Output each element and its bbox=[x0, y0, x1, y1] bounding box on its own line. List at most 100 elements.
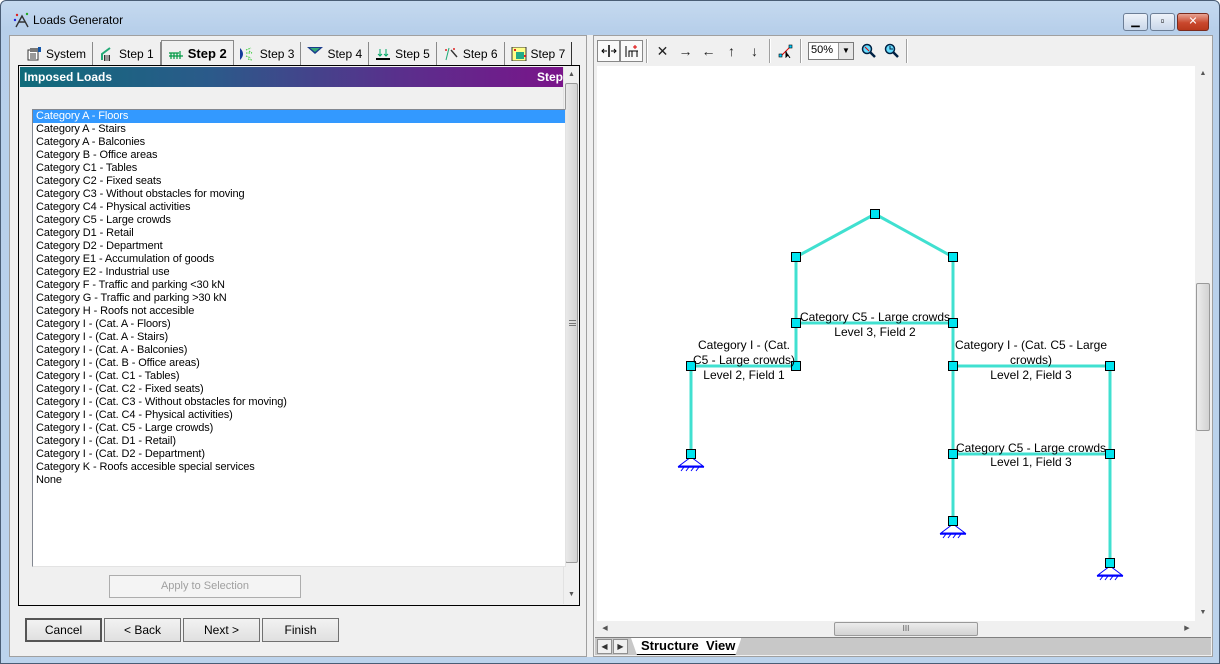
add-member-icon bbox=[625, 45, 638, 57]
title-bar: Loads Generator ▁ ▫ ✕ bbox=[1, 1, 1219, 35]
scroll-up-icon[interactable]: ▲ bbox=[1195, 66, 1211, 82]
finish-button[interactable]: Finish bbox=[262, 618, 339, 642]
close-button[interactable]: ✕ bbox=[1177, 13, 1209, 31]
category-list-item[interactable]: Category C3 - Without obstacles for movi… bbox=[33, 188, 565, 201]
category-list-item[interactable]: Category I - (Cat. C4 - Physical activit… bbox=[33, 409, 565, 422]
category-list-item[interactable]: Category C5 - Large crowds bbox=[33, 214, 565, 227]
tab-label: Step 6 bbox=[462, 47, 498, 61]
category-list-item[interactable]: Category H - Roofs not accesible bbox=[33, 305, 565, 318]
apply-to-selection-button[interactable]: Apply to Selection bbox=[109, 575, 301, 598]
tab-step-1[interactable]: Step 1 bbox=[93, 42, 161, 66]
support-load-icon bbox=[376, 49, 391, 60]
move-down-button[interactable]: ↓ bbox=[743, 40, 766, 62]
zoom-level-select[interactable]: 50% ▼ bbox=[808, 42, 854, 60]
structure-node[interactable] bbox=[870, 209, 880, 219]
category-list-item[interactable]: Category I - (Cat. B - Office areas) bbox=[33, 357, 565, 370]
pinned-support-icon[interactable] bbox=[677, 456, 705, 472]
category-list-item[interactable]: Category C4 - Physical activities bbox=[33, 201, 565, 214]
scroll-thumb[interactable]: III bbox=[834, 622, 978, 636]
structure-node[interactable] bbox=[1105, 558, 1115, 568]
category-list-item[interactable]: Category I - (Cat. C1 - Tables) bbox=[33, 370, 565, 383]
back-button[interactable]: < Back bbox=[104, 618, 181, 642]
category-list[interactable]: Category A - Floors Category A - Stairs Ca… bbox=[32, 109, 566, 567]
delete-button[interactable]: ✕ bbox=[651, 40, 674, 62]
category-list-item[interactable]: Category D2 - Department bbox=[33, 240, 565, 253]
tab-step-4[interactable]: Step 4 bbox=[301, 42, 370, 66]
load-label: crowds) bbox=[1010, 353, 1052, 367]
move-right-button[interactable]: → bbox=[674, 40, 697, 62]
category-list-item[interactable]: Category A - Stairs bbox=[33, 123, 565, 136]
sheet-tab-structure-view[interactable]: Structure View bbox=[631, 638, 741, 655]
tab-label: Step 7 bbox=[530, 47, 566, 61]
structure-node[interactable] bbox=[948, 361, 958, 371]
category-list-item[interactable]: Category B - Office areas bbox=[33, 149, 565, 162]
category-list-item[interactable]: Category D1 - Retail bbox=[33, 227, 565, 240]
structure-node[interactable] bbox=[1105, 361, 1115, 371]
structure-member[interactable] bbox=[795, 212, 876, 259]
tab-step-6[interactable]: Step 6 bbox=[436, 42, 505, 66]
add-member-button[interactable] bbox=[620, 40, 643, 62]
chevron-down-icon[interactable]: ▼ bbox=[838, 43, 853, 59]
category-list-item[interactable]: Category I - (Cat. D1 - Retail) bbox=[33, 435, 565, 448]
move-up-button[interactable]: ↑ bbox=[720, 40, 743, 62]
maximize-button[interactable]: ▫ bbox=[1150, 13, 1175, 31]
category-list-item[interactable]: Category K - Roofs accesible special ser… bbox=[33, 461, 565, 474]
structure-node[interactable] bbox=[1105, 449, 1115, 459]
toolbar-separator bbox=[646, 39, 648, 63]
scroll-down-icon[interactable]: ▼ bbox=[1195, 605, 1211, 621]
category-list-item[interactable]: Category G - Traffic and parking >30 kN bbox=[33, 292, 565, 305]
load-label: Category I - (Cat. bbox=[698, 338, 790, 352]
structure-canvas[interactable]: Category C5 - Large crowds Level 3, Field… bbox=[597, 66, 1195, 621]
structure-node[interactable] bbox=[948, 252, 958, 262]
tab-step-7[interactable]: Step 7 bbox=[504, 42, 573, 66]
sheet-next-button[interactable]: ▶ bbox=[613, 639, 628, 654]
pinned-support-icon[interactable] bbox=[939, 523, 967, 539]
scroll-left-icon[interactable]: ◀ bbox=[597, 621, 613, 637]
load-label: Level 2, Field 3 bbox=[990, 368, 1072, 382]
node-pick-button[interactable] bbox=[774, 40, 797, 62]
tab-label: Step 1 bbox=[119, 47, 154, 61]
scroll-thumb[interactable] bbox=[565, 83, 578, 563]
category-list-item[interactable]: Category E2 - Industrial use bbox=[33, 266, 565, 279]
category-list-item[interactable]: Category I - (Cat. C2 - Fixed seats) bbox=[33, 383, 565, 396]
tab-step-2[interactable]: Step 2 bbox=[160, 40, 234, 66]
scroll-thumb[interactable] bbox=[1196, 283, 1210, 431]
next-button[interactable]: Next > bbox=[183, 618, 260, 642]
category-list-item[interactable]: Category A - Floors bbox=[33, 110, 565, 123]
category-list-item[interactable]: Category I - (Cat. A - Stairs) bbox=[33, 331, 565, 344]
sheet-prev-button[interactable]: ◀ bbox=[597, 639, 612, 654]
category-list-item[interactable]: Category C1 - Tables bbox=[33, 162, 565, 175]
cancel-button[interactable]: Cancel bbox=[25, 618, 102, 642]
pinned-support-icon[interactable] bbox=[1096, 565, 1124, 581]
structure-node[interactable] bbox=[686, 449, 696, 459]
category-list-item[interactable]: Category F - Traffic and parking <30 kN bbox=[33, 279, 565, 292]
scroll-down-icon[interactable]: ▼ bbox=[564, 587, 579, 602]
scroll-up-icon[interactable]: ▲ bbox=[564, 67, 579, 82]
structure-node[interactable] bbox=[948, 516, 958, 526]
zoom-fit-button[interactable] bbox=[880, 40, 903, 62]
select-member-button[interactable] bbox=[597, 40, 620, 62]
category-list-item[interactable]: Category I - (Cat. D2 - Department) bbox=[33, 448, 565, 461]
canvas-horizontal-scrollbar[interactable]: ◀ III ▶ bbox=[597, 621, 1195, 637]
category-list-item[interactable]: Category C2 - Fixed seats bbox=[33, 175, 565, 188]
category-list-item[interactable]: Category I - (Cat. A - Balconies) bbox=[33, 344, 565, 357]
canvas-vertical-scrollbar[interactable]: ▲ ▼ bbox=[1195, 66, 1211, 621]
category-list-item[interactable]: Category I - (Cat. A - Floors) bbox=[33, 318, 565, 331]
tab-step-3[interactable]: Step 3 bbox=[233, 42, 302, 66]
scroll-right-icon[interactable]: ▶ bbox=[1179, 621, 1195, 637]
category-list-item[interactable]: Category E1 - Accumulation of goods bbox=[33, 253, 565, 266]
move-left-button[interactable]: ← bbox=[697, 40, 720, 62]
category-list-item[interactable]: Category I - (Cat. C5 - Large crowds) bbox=[33, 422, 565, 435]
load-label: Level 3, Field 2 bbox=[834, 325, 916, 339]
category-list-item[interactable]: None bbox=[33, 474, 565, 487]
structure-node[interactable] bbox=[791, 252, 801, 262]
load-icon bbox=[168, 50, 183, 59]
minimize-button[interactable]: ▁ bbox=[1123, 13, 1148, 31]
structure-member[interactable] bbox=[874, 212, 954, 259]
tab-step-5[interactable]: Step 5 bbox=[369, 42, 437, 66]
zoom-in-button[interactable] bbox=[857, 40, 880, 62]
tab-system[interactable]: System bbox=[20, 42, 94, 66]
category-list-item[interactable]: Category I - (Cat. C3 - Without obstacle… bbox=[33, 396, 565, 409]
table-icon bbox=[511, 47, 527, 61]
category-list-item[interactable]: Category A - Balconies bbox=[33, 136, 565, 149]
